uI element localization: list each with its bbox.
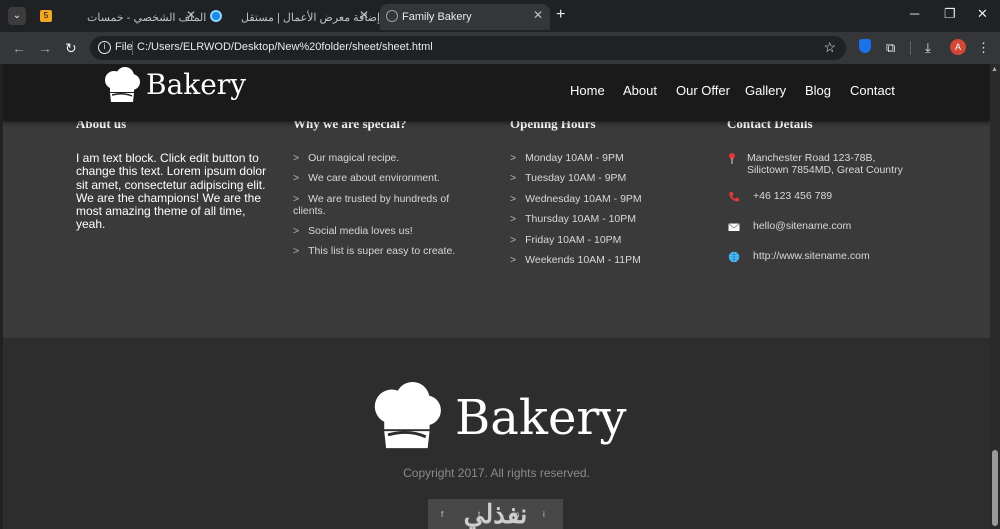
- list-item: > Wednesday 10AM - 9PM: [510, 193, 642, 205]
- map-pin-icon: [729, 153, 735, 164]
- nav-home[interactable]: Home: [570, 83, 605, 98]
- nav-blog[interactable]: Blog: [805, 83, 831, 98]
- list-item: > This list is super easy to create.: [293, 245, 456, 257]
- tab-search-button[interactable]: ⌄: [8, 7, 26, 25]
- scrollbar-thumb[interactable]: [992, 450, 998, 526]
- browser-toolbar: ← → ↻ i File C:/Users/ELRWOD/Desktop/New…: [0, 32, 1000, 64]
- browser-window: ⌄ 5 الملف الشخصي - خمسات ✕ إضافة معرض ال…: [0, 0, 1000, 529]
- divider: [132, 41, 133, 55]
- globe-favicon-icon: [386, 10, 398, 22]
- restore-button[interactable]: ❐: [944, 6, 956, 22]
- list-item: > We are trusted by hundreds of clients.: [293, 193, 450, 217]
- file-chip: File: [115, 41, 133, 53]
- site-header: Bakery Home About Our Offer Gallery Blog…: [3, 64, 990, 121]
- list-item: > We care about environment.: [293, 172, 440, 184]
- menu-dots-icon[interactable]: ⋮: [977, 40, 990, 56]
- khamsat-favicon-icon: 5: [40, 10, 52, 22]
- tab-family-bakery[interactable]: Family Bakery ✕: [380, 4, 550, 30]
- list-item: > Social media loves us!: [293, 225, 413, 237]
- tab-title: Family Bakery: [402, 11, 472, 23]
- list-item: > Friday 10AM - 10PM: [510, 234, 622, 246]
- shield-extension-icon[interactable]: [859, 39, 871, 53]
- contact-phone[interactable]: +46 123 456 789: [753, 190, 832, 202]
- tab-close-icon[interactable]: ✕: [186, 8, 196, 22]
- email-icon: [728, 223, 740, 231]
- minimize-button[interactable]: ─: [910, 6, 919, 21]
- web-page: Bakery Home About Our Offer Gallery Blog…: [3, 64, 990, 529]
- tab-strip: ⌄ 5 الملف الشخصي - خمسات ✕ إضافة معرض ال…: [0, 0, 1000, 32]
- tab-mostaql[interactable]: إضافة معرض الأعمال | مستقل ✕: [204, 4, 380, 30]
- nav-our-offer[interactable]: Our Offer: [676, 83, 730, 98]
- profile-avatar[interactable]: A: [950, 39, 966, 55]
- new-tab-button[interactable]: +: [556, 6, 565, 24]
- site-footer: Bakery Copyright 2017. All rights reserv…: [3, 338, 990, 529]
- list-item: > Tuesday 10AM - 9PM: [510, 172, 627, 184]
- divider: [910, 41, 911, 55]
- contact-website[interactable]: http://www.sitename.com: [753, 250, 870, 262]
- close-window-button[interactable]: ✕: [977, 6, 988, 22]
- reload-button[interactable]: ↻: [65, 40, 77, 57]
- list-item: > Weekends 10AM - 11PM: [510, 254, 641, 266]
- tab-close-icon[interactable]: ✕: [533, 8, 543, 22]
- back-button[interactable]: ←: [12, 40, 26, 56]
- nav-contact[interactable]: Contact: [850, 83, 895, 98]
- copyright-text: Copyright 2017. All rights reserved.: [403, 466, 590, 480]
- nav-about[interactable]: About: [623, 83, 657, 98]
- mostaql-favicon-icon: [210, 10, 222, 22]
- extensions-puzzle-icon[interactable]: ⧉: [886, 40, 895, 56]
- contact-email[interactable]: hello@sitename.com: [753, 220, 851, 232]
- facebook-icon[interactable]: f: [441, 510, 443, 519]
- scroll-up-arrow-icon[interactable]: ▲: [991, 66, 998, 73]
- linkedin-icon[interactable]: in: [513, 510, 519, 519]
- forward-button[interactable]: →: [38, 40, 52, 56]
- address-bar[interactable]: i File C:/Users/ELRWOD/Desktop/New%20fol…: [90, 36, 846, 60]
- info-icon[interactable]: i: [98, 41, 111, 54]
- about-text: I am text block. Click edit button to ch…: [76, 151, 267, 232]
- logo-text[interactable]: Bakery: [146, 68, 246, 101]
- phone-icon: [729, 192, 739, 202]
- list-item: > Thursday 10AM - 10PM: [510, 213, 637, 225]
- bookmark-star-icon[interactable]: ☆: [823, 39, 836, 56]
- tab-khamsat[interactable]: 5 الملف الشخصي - خمسات ✕: [32, 4, 206, 30]
- url-text[interactable]: C:/Users/ELRWOD/Desktop/New%20folder/she…: [137, 41, 433, 53]
- globe-icon: [728, 251, 740, 263]
- instagram-icon[interactable]: i: [543, 510, 545, 519]
- tab-close-icon[interactable]: ✕: [359, 8, 369, 22]
- list-item: > Our magical recipe.: [293, 152, 400, 164]
- list-item: > Monday 10AM - 9PM: [510, 152, 624, 164]
- chef-hat-icon[interactable]: [101, 67, 141, 103]
- footer-logo-text: Bakery: [455, 390, 627, 446]
- downloads-icon[interactable]: ⤓: [925, 40, 931, 56]
- nav-gallery[interactable]: Gallery: [745, 83, 786, 98]
- chef-hat-icon: [374, 382, 441, 449]
- contact-address: Manchester Road 123-78B, Silictown 7854M…: [747, 152, 903, 176]
- twitter-icon[interactable]: t: [478, 510, 480, 519]
